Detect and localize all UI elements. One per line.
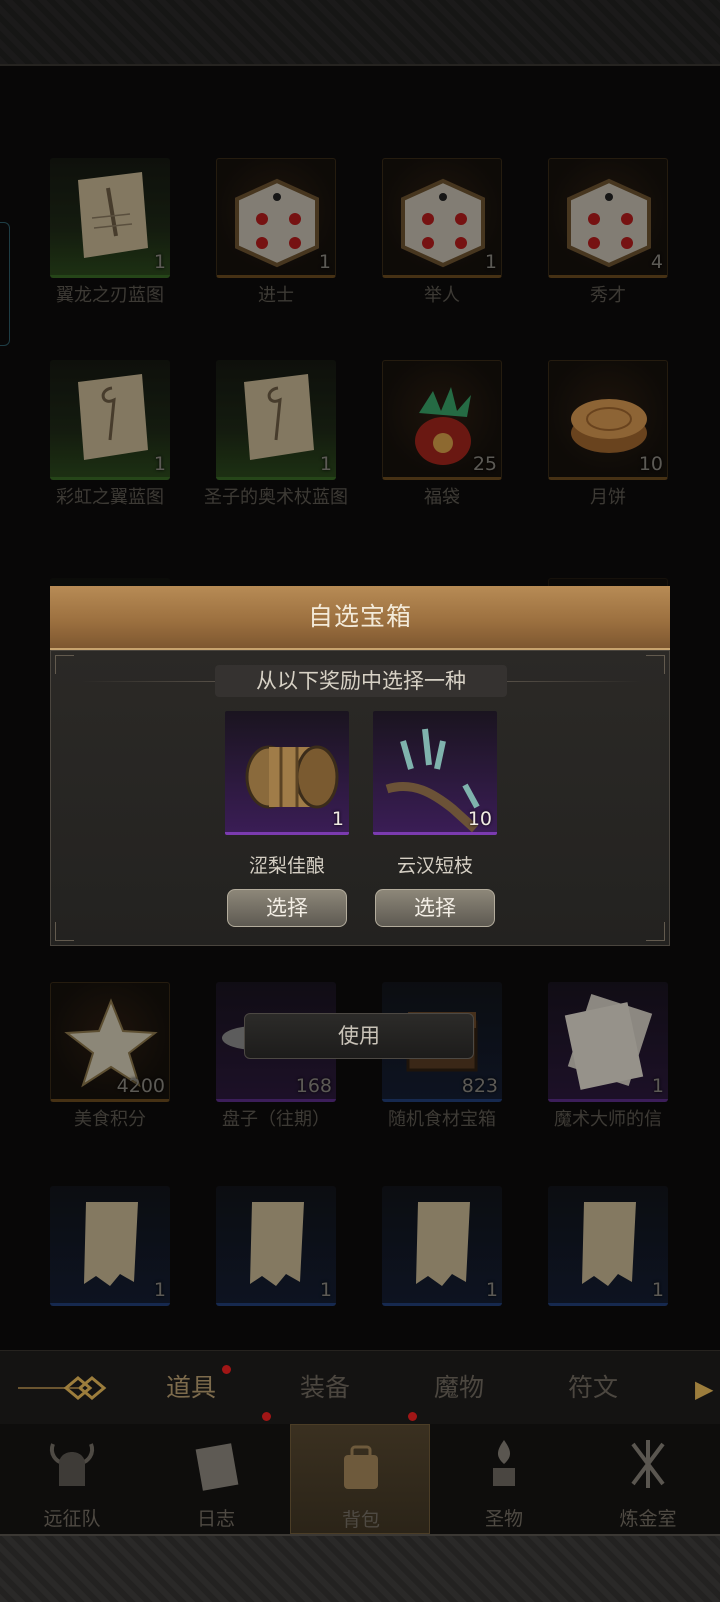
notification-badge bbox=[408, 1412, 417, 1421]
reward-count: 10 bbox=[467, 808, 492, 830]
relic-icon bbox=[493, 1440, 515, 1486]
choice-chest-dialog: 自选宝箱 从以下奖励中选择一种 1 涩梨佳酿 10 云汉短枝 选择 选择 bbox=[50, 586, 670, 946]
helmet-icon bbox=[50, 1443, 94, 1486]
dialog-subtitle: 从以下奖励中选择一种 bbox=[215, 665, 507, 697]
item-name: 随机食材宝箱 bbox=[388, 1109, 496, 1130]
notification-badge bbox=[262, 1412, 271, 1421]
parchment-icon bbox=[84, 1202, 138, 1286]
corner-ornament bbox=[646, 922, 665, 941]
nav-label: 圣物 bbox=[484, 1508, 523, 1530]
category-tab-bar: 道具 装备 魔物 符文 ▶ bbox=[0, 1350, 720, 1425]
item-name: 月饼 bbox=[590, 487, 626, 508]
nav-label: 日志 bbox=[196, 1508, 235, 1530]
use-button[interactable]: 使用 bbox=[244, 1013, 474, 1059]
item-count: 1 bbox=[153, 251, 166, 273]
letter-icon bbox=[564, 993, 653, 1090]
corner-ornament bbox=[55, 922, 74, 941]
dialog-body: 从以下奖励中选择一种 1 涩梨佳酿 10 云汉短枝 选择 选择 bbox=[50, 650, 670, 946]
item-count: 4 bbox=[650, 251, 663, 273]
item-count: 1 bbox=[485, 1279, 498, 1301]
item-count: 4200 bbox=[116, 1075, 165, 1097]
select-button-reward-1[interactable]: 选择 bbox=[227, 889, 347, 927]
item-name: 翼龙之刃蓝图 bbox=[56, 285, 164, 306]
nav-backpack[interactable]: 背包 bbox=[290, 1424, 430, 1534]
item-count: 168 bbox=[295, 1075, 332, 1097]
nav-journal[interactable]: 日志 bbox=[146, 1424, 286, 1534]
item-count: 1 bbox=[319, 1279, 332, 1301]
divider bbox=[81, 681, 231, 682]
item-count: 823 bbox=[461, 1075, 498, 1097]
item-name: 举人 bbox=[424, 285, 460, 306]
item-count: 1 bbox=[651, 1279, 664, 1301]
item-count: 1 bbox=[318, 251, 331, 273]
nav-label: 炼金室 bbox=[619, 1508, 677, 1530]
item-count: 25 bbox=[472, 453, 497, 475]
scroll-icon bbox=[78, 374, 148, 460]
nav-relics[interactable]: 圣物 bbox=[434, 1424, 574, 1534]
dialog-title: 自选宝箱 bbox=[50, 586, 670, 650]
reward-option[interactable]: 10 云汉短枝 bbox=[373, 711, 497, 878]
scroll-icon bbox=[78, 172, 148, 258]
notification-badge bbox=[222, 1365, 231, 1374]
parchment-icon bbox=[416, 1202, 470, 1286]
item-count: 1 bbox=[153, 453, 166, 475]
backpack-icon bbox=[344, 1445, 378, 1489]
barrel-icon bbox=[245, 745, 339, 809]
item-name: 福袋 bbox=[424, 487, 460, 508]
item-name: 美食积分 bbox=[74, 1109, 146, 1130]
top-ornament-bar bbox=[0, 0, 720, 66]
side-pull-tab[interactable] bbox=[0, 222, 10, 346]
alchemy-icon bbox=[631, 1440, 665, 1488]
scroll-icon bbox=[244, 374, 314, 460]
tab-equipment[interactable]: 装备 bbox=[300, 1351, 350, 1425]
reward-name: 云汉短枝 bbox=[396, 855, 473, 877]
select-button-reward-2[interactable]: 选择 bbox=[375, 889, 495, 927]
tab-monsters[interactable]: 魔物 bbox=[434, 1351, 484, 1425]
corner-ornament bbox=[646, 655, 665, 674]
reward-option[interactable]: 1 涩梨佳酿 bbox=[225, 711, 349, 878]
diamond-emblem-icon bbox=[18, 1376, 107, 1400]
item-name: 圣子的奥术杖蓝图 bbox=[204, 487, 348, 508]
bottom-nav: 远征队 日志 背包 圣物 炼金室 bbox=[0, 1412, 720, 1534]
item-name: 盘子（往期） bbox=[222, 1109, 330, 1130]
nav-alchemy[interactable]: 炼金室 bbox=[578, 1424, 718, 1534]
item-count: 1 bbox=[153, 1279, 166, 1301]
item-name: 魔术大师的信 bbox=[554, 1109, 662, 1130]
corner-ornament bbox=[55, 655, 74, 674]
item-count: 1 bbox=[319, 453, 332, 475]
reward-name: 涩梨佳酿 bbox=[248, 855, 325, 877]
tab-items[interactable]: 道具 bbox=[166, 1351, 216, 1425]
item-count: 1 bbox=[484, 251, 497, 273]
journal-icon bbox=[195, 1443, 239, 1491]
item-count: 10 bbox=[638, 453, 663, 475]
tab-runes[interactable]: 符文 bbox=[568, 1351, 618, 1425]
divider bbox=[491, 681, 641, 682]
item-count: 1 bbox=[651, 1075, 664, 1097]
nav-expedition[interactable]: 远征队 bbox=[2, 1424, 142, 1534]
parchment-icon bbox=[250, 1202, 304, 1286]
nav-label: 背包 bbox=[341, 1509, 380, 1531]
reward-count: 1 bbox=[331, 808, 344, 830]
nav-label: 远征队 bbox=[43, 1508, 101, 1530]
item-name: 彩虹之翼蓝图 bbox=[56, 487, 164, 508]
item-name: 秀才 bbox=[590, 285, 626, 306]
bottom-ornament-bar bbox=[0, 1534, 720, 1602]
chevron-right-icon[interactable]: ▶ bbox=[695, 1375, 713, 1403]
item-name: 进士 bbox=[258, 285, 294, 306]
parchment-icon bbox=[582, 1202, 636, 1286]
